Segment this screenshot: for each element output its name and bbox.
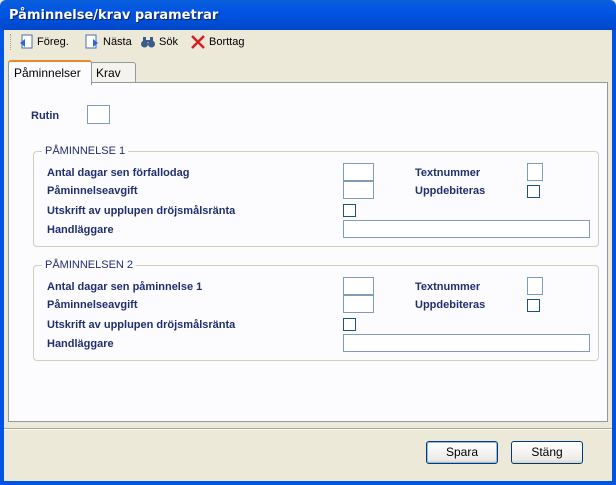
window-border-left bbox=[0, 30, 4, 485]
group2-title: PÅMINNELSEN 2 bbox=[42, 259, 137, 271]
tab-panel: Rutin PÅMINNELSE 1 Antal dagar sen förfa… bbox=[8, 82, 608, 422]
days-input[interactable] bbox=[343, 277, 374, 295]
interest-checkbox[interactable] bbox=[343, 318, 356, 331]
days-input[interactable] bbox=[343, 163, 374, 181]
fee-label: Påminnelseavgift bbox=[47, 185, 138, 197]
toolbar: Föreg. Nästa Sök Borttag bbox=[4, 30, 612, 54]
textnum-input[interactable] bbox=[527, 163, 543, 181]
handler-input[interactable] bbox=[343, 334, 590, 352]
prev-button[interactable]: Föreg. bbox=[18, 33, 69, 51]
debit-label: Uppdebiteras bbox=[415, 185, 486, 197]
binoculars-icon bbox=[140, 34, 156, 50]
interest-label: Utskrift av upplupen dröjsmålsränta bbox=[47, 205, 236, 217]
close-button[interactable]: Stäng bbox=[511, 441, 583, 464]
days-label: Antal dagar sen förfallodag bbox=[47, 167, 190, 179]
fee-label: Påminnelseavgift bbox=[47, 299, 138, 311]
interest-label: Utskrift av upplupen dröjsmålsränta bbox=[47, 319, 236, 331]
fee-input[interactable] bbox=[343, 295, 374, 313]
handler-input[interactable] bbox=[343, 220, 590, 238]
save-button[interactable]: Spara bbox=[426, 441, 498, 464]
window-title: Påminnelse/krav parametrar bbox=[9, 8, 219, 23]
search-button[interactable]: Sök bbox=[140, 33, 178, 51]
interest-checkbox[interactable] bbox=[343, 204, 356, 217]
debit-checkbox[interactable] bbox=[527, 185, 540, 198]
delete-label: Borttag bbox=[209, 36, 245, 48]
tab-paminnelser[interactable]: Påminnelser bbox=[8, 60, 92, 85]
rutin-label: Rutin bbox=[31, 110, 60, 122]
window-border-right bbox=[612, 30, 616, 485]
footer-separator bbox=[4, 428, 612, 430]
group1-title: PÅMINNELSE 1 bbox=[42, 145, 129, 157]
prev-record-icon bbox=[18, 34, 34, 50]
debit-label: Uppdebiteras bbox=[415, 299, 486, 311]
search-label: Sök bbox=[159, 36, 178, 48]
next-button[interactable]: Nästa bbox=[84, 33, 132, 51]
red-x-icon bbox=[190, 34, 206, 50]
next-record-icon bbox=[84, 34, 100, 50]
close-label: Stäng bbox=[531, 445, 563, 459]
textnum-input[interactable] bbox=[527, 277, 543, 295]
textnum-label: Textnummer bbox=[415, 167, 481, 179]
rutin-input[interactable] bbox=[87, 105, 110, 124]
tab-krav[interactable]: Krav bbox=[90, 62, 136, 83]
tab-label: Påminnelser bbox=[14, 66, 81, 80]
next-label: Nästa bbox=[103, 36, 132, 48]
handler-label: Handläggare bbox=[47, 338, 114, 350]
toolbar-grip[interactable] bbox=[10, 34, 14, 50]
debit-checkbox[interactable] bbox=[527, 299, 540, 312]
window-border-bottom bbox=[0, 481, 616, 485]
textnum-label: Textnummer bbox=[415, 281, 481, 293]
title-bar[interactable]: Påminnelse/krav parametrar bbox=[0, 0, 616, 30]
save-label: Spara bbox=[445, 445, 479, 459]
fee-input[interactable] bbox=[343, 181, 374, 199]
handler-label: Handläggare bbox=[47, 224, 114, 236]
delete-button[interactable]: Borttag bbox=[190, 33, 244, 51]
days-label: Antal dagar sen påminnelse 1 bbox=[47, 281, 203, 293]
prev-label: Föreg. bbox=[37, 36, 69, 48]
tab-label: Krav bbox=[96, 66, 121, 80]
